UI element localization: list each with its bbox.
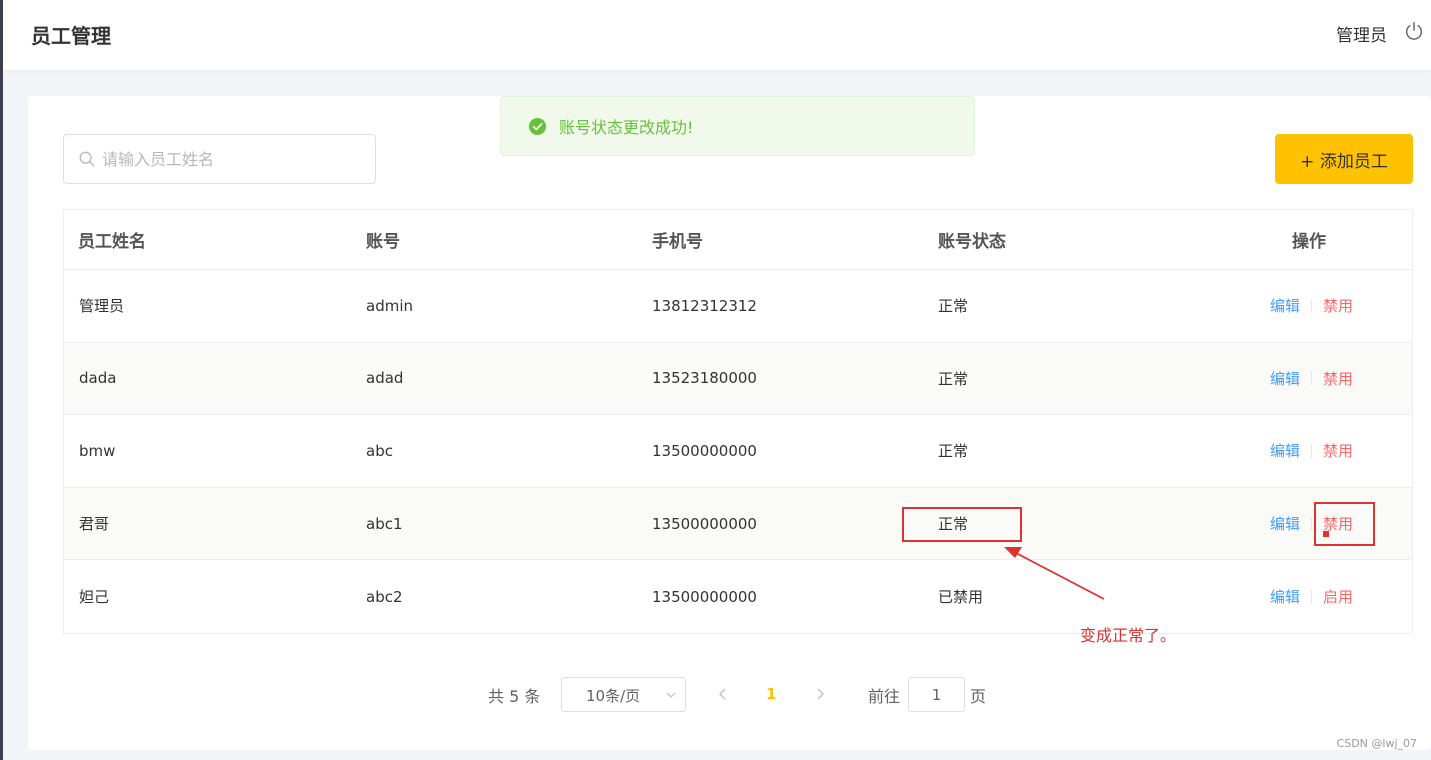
cell-status: 正常 (938, 369, 969, 388)
content-card: + 添加员工 员工姓名 账号 手机号 账号状态 操作 管理员 admin 138… (28, 96, 1431, 750)
cell-phone: 13500000000 (652, 587, 757, 606)
current-page-number[interactable]: 1 (766, 685, 776, 703)
action-divider (1311, 516, 1313, 531)
action-divider (1311, 371, 1313, 386)
employee-table: 员工姓名 账号 手机号 账号状态 操作 管理员 admin 1381231231… (63, 209, 1413, 634)
table-row: 管理员 admin 13812312312 正常 编辑 禁用 (64, 270, 1412, 343)
power-icon[interactable] (1403, 20, 1425, 42)
cell-phone: 13500000000 (652, 514, 757, 533)
table-row: dada adad 13523180000 正常 编辑 禁用 (64, 342, 1412, 416)
table-row: 君哥 abc1 13500000000 正常 编辑 禁用 (64, 487, 1412, 561)
cell-account: abc (366, 441, 393, 460)
table-header: 员工姓名 账号 手机号 账号状态 操作 (64, 210, 1412, 270)
edit-link[interactable]: 编辑 (1270, 440, 1300, 461)
page-title: 员工管理 (31, 24, 111, 48)
cell-name: 管理员 (79, 297, 125, 316)
toast-message: 账号状态更改成功! (559, 118, 694, 137)
row-actions: 编辑 启用 (1270, 586, 1353, 607)
page-size-value: 10条/页 (586, 687, 641, 705)
watermark: CSDN @lwj_07 (1336, 737, 1417, 750)
cursor-marker (1323, 531, 1329, 537)
column-header-actions: 操作 (1292, 232, 1326, 252)
row-actions: 编辑 禁用 (1270, 295, 1353, 316)
goto-suffix: 页 (970, 687, 987, 706)
action-divider (1311, 298, 1313, 313)
chevron-down-icon (666, 692, 676, 698)
cell-name: bmw (79, 441, 116, 460)
pagination: 共 5 条 10条/页 1 前往 页 (488, 677, 1008, 713)
table-row: bmw abc 13500000000 正常 编辑 禁用 (64, 415, 1412, 488)
highlight-status-box (902, 507, 1022, 542)
cell-account: admin (366, 296, 413, 315)
search-icon (79, 151, 95, 167)
column-header-status: 账号状态 (938, 232, 1006, 252)
toggle-status-link[interactable]: 禁用 (1323, 295, 1353, 316)
page-size-select[interactable]: 10条/页 (561, 677, 686, 712)
toggle-status-link[interactable]: 禁用 (1323, 440, 1353, 461)
next-page-icon[interactable] (813, 686, 827, 702)
cell-name: dada (79, 369, 117, 388)
goto-page-input[interactable] (908, 677, 965, 712)
cell-phone: 13812312312 (652, 296, 757, 315)
column-header-account: 账号 (366, 232, 400, 252)
cell-status: 正常 (938, 442, 969, 461)
search-input[interactable] (102, 135, 367, 183)
toggle-status-link[interactable]: 启用 (1323, 586, 1353, 607)
cell-account: abc2 (366, 587, 403, 606)
cell-account: abc1 (366, 514, 403, 533)
edit-link[interactable]: 编辑 (1270, 368, 1300, 389)
check-circle-icon (528, 117, 547, 135)
goto-label: 前往 (868, 687, 901, 706)
cell-phone: 13523180000 (652, 369, 757, 388)
table-row: 妲己 abc2 13500000000 已禁用 编辑 启用 (64, 560, 1412, 633)
row-actions: 编辑 禁用 (1270, 440, 1353, 461)
success-toast: 账号状态更改成功! (500, 96, 975, 156)
cell-name: 妲己 (79, 588, 110, 607)
add-employee-button[interactable]: + 添加员工 (1275, 134, 1413, 184)
row-actions: 编辑 禁用 (1270, 368, 1353, 389)
highlight-action-box (1314, 502, 1375, 546)
edit-link[interactable]: 编辑 (1270, 295, 1300, 316)
cell-phone: 13500000000 (652, 441, 757, 460)
cell-name: 君哥 (79, 515, 110, 534)
cell-account: adad (366, 369, 404, 388)
toggle-status-link[interactable]: 禁用 (1323, 368, 1353, 389)
edit-link[interactable]: 编辑 (1270, 586, 1300, 607)
edit-link[interactable]: 编辑 (1270, 513, 1300, 534)
cell-status: 正常 (938, 297, 969, 316)
column-header-name: 员工姓名 (78, 232, 146, 252)
total-count: 共 5 条 (488, 687, 541, 706)
column-header-phone: 手机号 (652, 232, 703, 252)
user-name[interactable]: 管理员 (1336, 21, 1387, 46)
prev-page-icon[interactable] (716, 686, 730, 702)
action-divider (1311, 443, 1313, 458)
action-divider (1311, 589, 1313, 604)
search-box[interactable] (63, 134, 376, 184)
annotation-note: 变成正常了。 (1080, 626, 1177, 645)
cell-status: 已禁用 (938, 588, 984, 607)
top-header: 员工管理 管理员 (3, 0, 1431, 70)
left-sidebar-edge (0, 0, 3, 760)
